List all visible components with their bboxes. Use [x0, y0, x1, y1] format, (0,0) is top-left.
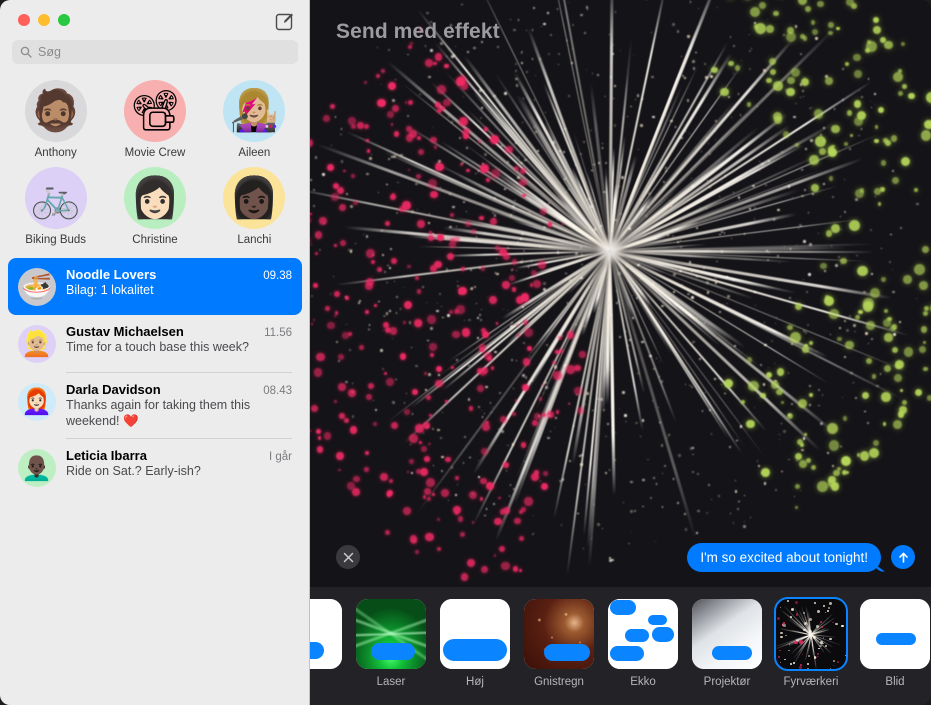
effect-thumbnail[interactable]	[692, 599, 762, 669]
conversation-timestamp: 08.43	[263, 385, 292, 397]
conversation-name: Noodle Lovers	[66, 267, 156, 282]
pinned-conversation[interactable]: 📽 Movie Crew	[105, 80, 204, 159]
pinned-conversation[interactable]: 👩🏻 Christine	[105, 167, 204, 246]
conversation-preview: Thanks again for taking them this weeken…	[66, 398, 292, 429]
effect-label: Høj	[466, 676, 484, 688]
effect-label: Ekko	[630, 676, 656, 688]
pinned-conversation-label: Lanchi	[237, 234, 271, 246]
compose-message-icon[interactable]	[274, 10, 296, 32]
effect-option-projekt-r[interactable]: Projektør	[692, 599, 762, 688]
conversation-name: Darla Davidson	[66, 382, 161, 397]
conversation-body: Leticia Ibarra I går Ride on Sat.? Early-i…	[66, 448, 292, 487]
effect-option-ekko[interactable]: Ekko	[608, 599, 678, 688]
avatar: 👩🏿	[223, 167, 285, 229]
conversation-name: Gustav Michaelsen	[66, 324, 184, 339]
sidebar: Søg 🧔🏽 Anthony 📽 Movie Crew 👩🏼‍🎤 Aileen 🚲 Bikin…	[0, 0, 310, 705]
zoom-window-button[interactable]	[58, 14, 70, 26]
avatar: 📽	[124, 80, 186, 142]
titlebar	[0, 0, 310, 40]
effect-option-blid[interactable]: Blid	[860, 599, 930, 688]
effect-label: Fyrværkeri	[784, 676, 839, 688]
effect-thumbnail[interactable]	[776, 599, 846, 669]
effect-thumbnail[interactable]	[860, 599, 930, 669]
conversation-body: Noodle Lovers 09.38 Bilag: 1 lokalitet	[66, 267, 292, 306]
burst-core	[597, 237, 623, 263]
search-placeholder: Søg	[38, 45, 61, 59]
page-title: Send med effekt	[336, 20, 500, 44]
effect-thumbnail[interactable]	[310, 599, 342, 669]
avatar: 🧔🏽	[25, 80, 87, 142]
pinned-conversation-label: Aileen	[238, 147, 270, 159]
avatar: 👩🏻	[124, 167, 186, 229]
conversation-preview: Time for a touch base this week?	[66, 340, 292, 356]
effect-option-fyrv-rkeri[interactable]: Fyrværkeri	[776, 599, 846, 688]
search-container: Søg	[0, 40, 310, 64]
pinned-conversation-label: Biking Buds	[25, 234, 86, 246]
conversation-body: Darla Davidson 08.43 Thanks again for taki…	[66, 382, 292, 429]
effect-option-laser[interactable]: Laser	[356, 599, 426, 688]
conversation-timestamp: 09.38	[263, 270, 292, 282]
effect-label: Laser	[377, 676, 406, 688]
conversation-header: Gustav Michaelsen 11.56	[66, 324, 292, 339]
avatar: 👨🏿‍🦲	[18, 449, 56, 487]
avatar: 🚲	[25, 167, 87, 229]
conversation-row[interactable]: 🍜 Noodle Lovers 09.38 Bilag: 1 lokalitet	[8, 258, 302, 315]
pinned-conversations: 🧔🏽 Anthony 📽 Movie Crew 👩🏼‍🎤 Aileen 🚲 Biking Bu…	[0, 64, 310, 250]
search-input[interactable]: Søg	[12, 40, 298, 64]
close-window-button[interactable]	[18, 14, 30, 26]
effect-thumbnail[interactable]	[524, 599, 594, 669]
effect-option-gnistregn[interactable]: Gnistregn	[524, 599, 594, 688]
traffic-light-controls	[18, 14, 70, 26]
conversation-name: Leticia Ibarra	[66, 448, 147, 463]
effect-label: Gnistregn	[534, 676, 584, 688]
send-button[interactable]	[891, 545, 915, 569]
conversation-row[interactable]: 👱🏼 Gustav Michaelsen 11.56 Time for a touch…	[8, 315, 302, 372]
pinned-conversation[interactable]: 🚲 Biking Buds	[6, 167, 105, 246]
conversation-preview: Ride on Sat.? Early-ish?	[66, 464, 292, 480]
pinned-conversation-label: Christine	[132, 234, 177, 246]
effect-option[interactable]	[310, 599, 342, 676]
pinned-conversation[interactable]: 👩🏼‍🎤 Aileen	[205, 80, 304, 159]
pinned-conversation-label: Movie Crew	[125, 147, 186, 159]
messages-window: Søg 🧔🏽 Anthony 📽 Movie Crew 👩🏼‍🎤 Aileen 🚲 Bikin…	[0, 0, 931, 705]
conversation-timestamp: I går	[269, 451, 292, 463]
effect-thumbnail[interactable]	[356, 599, 426, 669]
avatar: 🍜	[18, 268, 56, 306]
effect-label: Blid	[885, 676, 904, 688]
pinned-conversation[interactable]: 🧔🏽 Anthony	[6, 80, 105, 159]
close-icon[interactable]	[336, 545, 360, 569]
effect-option-h-j[interactable]: Høj	[440, 599, 510, 688]
conversation-header: Noodle Lovers 09.38	[66, 267, 292, 282]
pinned-conversation[interactable]: 👩🏿 Lanchi	[205, 167, 304, 246]
avatar: 👩🏼‍🎤	[223, 80, 285, 142]
conversation-body: Gustav Michaelsen 11.56 Time for a touch b…	[66, 324, 292, 363]
fireworks-animation	[310, 0, 931, 587]
effects-carousel[interactable]: Laser Høj Gnistregn Ekko Projektør Fyrværkeri…	[310, 587, 931, 705]
effect-thumbnail[interactable]	[608, 599, 678, 669]
avatar: 👩🏻‍🦰	[18, 383, 56, 421]
search-icon	[20, 46, 32, 58]
pinned-conversation-label: Anthony	[35, 147, 77, 159]
avatar: 👱🏼	[18, 325, 56, 363]
minimize-window-button[interactable]	[38, 14, 50, 26]
conversation-header: Darla Davidson 08.43	[66, 382, 292, 397]
effect-thumbnail[interactable]	[440, 599, 510, 669]
message-bubble[interactable]: I'm so excited about tonight!	[687, 543, 881, 572]
conversation-list: 🍜 Noodle Lovers 09.38 Bilag: 1 lokalitet 👱🏼 G…	[0, 250, 310, 496]
conversation-timestamp: 11.56	[264, 327, 292, 339]
effect-preview-pane: Send med effekt I'm so excited about ton…	[310, 0, 931, 705]
conversation-preview: Bilag: 1 lokalitet	[66, 283, 292, 299]
conversation-row[interactable]: 👨🏿‍🦲 Leticia Ibarra I går Ride on Sat.? Ear…	[8, 439, 302, 496]
message-compose-row: I'm so excited about tonight!	[310, 527, 931, 587]
conversation-header: Leticia Ibarra I går	[66, 448, 292, 463]
conversation-row[interactable]: 👩🏻‍🦰 Darla Davidson 08.43 Thanks again for …	[8, 373, 302, 438]
effect-label: Projektør	[704, 676, 751, 688]
